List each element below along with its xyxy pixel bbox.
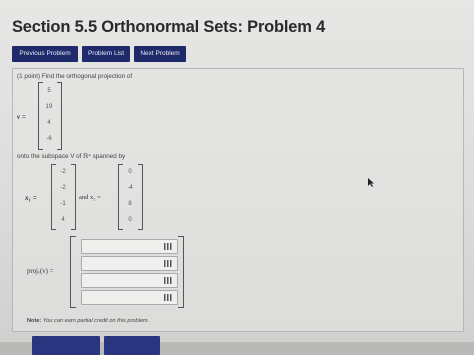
answer-input[interactable] xyxy=(81,256,178,271)
submit-button[interactable] xyxy=(32,336,100,355)
preview-button[interactable] xyxy=(104,336,160,355)
equation-editor-icon[interactable] xyxy=(164,243,173,250)
page-title: Section 5.5 Orthonormal Sets: Problem 4 xyxy=(12,18,326,36)
x2-entry: 0 xyxy=(128,169,132,175)
equation-editor-icon[interactable] xyxy=(164,294,173,301)
v-entry: 4 xyxy=(47,120,51,126)
answer-right-bracket xyxy=(178,236,184,308)
problem-panel: (1 point) Find the orthogonal projection… xyxy=(12,68,464,332)
note: Note: You can earn partial credit on thi… xyxy=(27,318,149,324)
subspace-text: onto the subspace V of ℝ⁴ spanned by xyxy=(17,153,126,160)
problem-prompt: (1 point) Find the orthogonal projection… xyxy=(17,73,133,80)
x1-entry: -1 xyxy=(60,201,66,207)
equation-editor-icon[interactable] xyxy=(164,277,173,284)
projection-label: projᵥ(v) = xyxy=(27,268,54,275)
v-entry: 5 xyxy=(47,88,51,94)
note-text: You can earn partial credit on this prob… xyxy=(42,318,150,324)
x1-entry: 4 xyxy=(61,217,65,223)
x2-entry: -4 xyxy=(127,185,133,191)
mouse-cursor-icon xyxy=(368,178,374,187)
problem-list-button[interactable]: Problem List xyxy=(82,46,130,62)
x1-entry: -2 xyxy=(60,169,66,175)
x2-entry: 0 xyxy=(128,217,132,223)
answer-left-bracket xyxy=(70,236,76,308)
equation-editor-icon[interactable] xyxy=(164,260,173,267)
answer-input[interactable] xyxy=(81,239,178,254)
next-problem-button[interactable]: Next Problem xyxy=(134,46,186,62)
v-entry: -6 xyxy=(46,136,52,142)
note-label: Note: xyxy=(27,318,42,324)
answer-input[interactable] xyxy=(81,273,178,288)
x1-label: x₁ = xyxy=(25,194,37,202)
v-entry: 19 xyxy=(45,104,53,110)
previous-problem-button[interactable]: Previous Problem xyxy=(12,46,78,62)
answer-input[interactable] xyxy=(81,290,178,305)
x1-entry: -2 xyxy=(60,185,66,191)
and-x2-label: and x₂ = xyxy=(79,194,101,201)
v-label: v = xyxy=(17,113,26,121)
x2-entry: 8 xyxy=(128,201,132,207)
webwork-problem-page: Section 5.5 Orthonormal Sets: Problem 4 … xyxy=(0,0,474,355)
